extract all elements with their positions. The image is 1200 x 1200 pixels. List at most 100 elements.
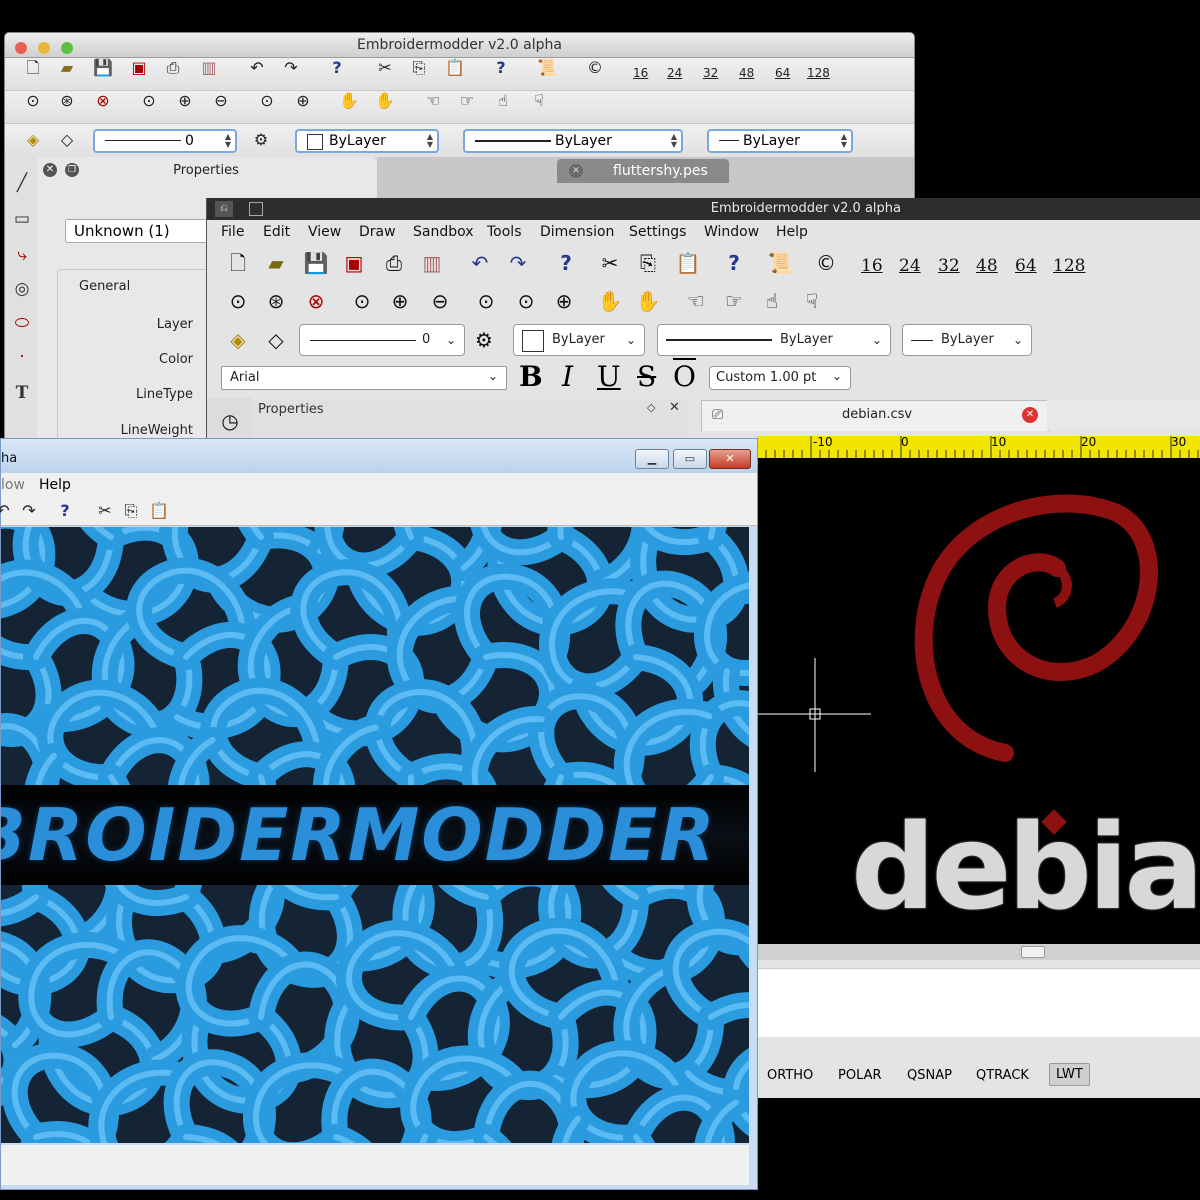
- menu-sandbox[interactable]: Sandbox: [413, 224, 474, 240]
- undo-icon[interactable]: ↶: [0, 501, 13, 521]
- menu-settings[interactable]: Settings: [629, 224, 686, 240]
- whats-this-icon[interactable]: ?: [721, 250, 747, 276]
- whats-this-icon[interactable]: ?: [491, 58, 511, 78]
- close-button[interactable]: ✕: [709, 449, 751, 469]
- pan-right-icon[interactable]: ☞: [721, 288, 747, 314]
- zoom-selected-icon[interactable]: ⊙: [257, 91, 277, 111]
- drawing-canvas[interactable]: debian: [757, 458, 1200, 944]
- command-prompt[interactable]: [757, 968, 1200, 1037]
- help-icon[interactable]: ?: [55, 501, 75, 521]
- icon-size-32-button[interactable]: 32: [938, 256, 960, 276]
- save-icon[interactable]: 💾: [303, 250, 329, 276]
- print-icon[interactable]: ⎙: [381, 250, 407, 276]
- design-details-icon[interactable]: ▥: [419, 250, 445, 276]
- layers-icon[interactable]: ◈: [225, 327, 251, 353]
- open-folder-icon[interactable]: ▰: [263, 250, 289, 276]
- windows-canvas[interactable]: BROIDERMODDER: [1, 527, 749, 1143]
- circle-tool-icon[interactable]: ◷: [217, 408, 243, 434]
- redo-icon[interactable]: ↷: [281, 58, 301, 78]
- menu-dimension[interactable]: Dimension: [540, 224, 614, 240]
- paste-icon[interactable]: 📋: [675, 250, 701, 276]
- zoom-out-icon[interactable]: ⊖: [427, 288, 453, 314]
- text-tool-icon[interactable]: T: [9, 383, 35, 409]
- qtrack-toggle[interactable]: QTRACK: [976, 1068, 1029, 1083]
- pan-realtime-icon[interactable]: ✋: [597, 288, 623, 314]
- layer-previous-icon[interactable]: ◇: [263, 327, 289, 353]
- lineweight-combo[interactable]: ByLayer ▲ ▼: [707, 129, 853, 153]
- menu-file[interactable]: File: [221, 224, 244, 240]
- menu-draw[interactable]: Draw: [359, 224, 396, 240]
- zoom-realtime-icon[interactable]: ⊙: [225, 288, 251, 314]
- copy-icon[interactable]: ⎘: [409, 58, 429, 78]
- font-combo[interactable]: Arial ⌄: [221, 366, 507, 390]
- pan-left-icon[interactable]: ☜: [423, 91, 443, 111]
- icon-size-128-button[interactable]: 128: [807, 66, 830, 80]
- minimize-button[interactable]: ▁: [635, 449, 669, 469]
- pan-left-icon[interactable]: ☜: [683, 288, 709, 314]
- zoom-previous-icon[interactable]: ⊛: [263, 288, 289, 314]
- icon-size-128-button[interactable]: 128: [1053, 256, 1085, 276]
- bold-button[interactable]: B: [519, 360, 543, 393]
- undo-icon[interactable]: ↶: [247, 58, 267, 78]
- zoom-extents-icon[interactable]: ⊙: [473, 288, 499, 314]
- zoom-all-icon[interactable]: ⊕: [551, 288, 577, 314]
- menu-edit[interactable]: Edit: [263, 224, 290, 240]
- save-icon[interactable]: 💾: [93, 58, 113, 78]
- icon-size-24-button[interactable]: 24: [667, 66, 682, 80]
- icon-size-64-button[interactable]: 64: [775, 66, 790, 80]
- save-as-icon[interactable]: ▣: [129, 58, 149, 78]
- menu-view[interactable]: View: [308, 224, 341, 240]
- zoom-in-icon[interactable]: ⊕: [175, 91, 195, 111]
- undo-icon[interactable]: ↶: [467, 250, 493, 276]
- zoom-realtime-icon[interactable]: ⊙: [23, 91, 43, 111]
- zoom-dynamic-icon[interactable]: ⊙: [139, 91, 159, 111]
- icon-size-32-button[interactable]: 32: [703, 66, 718, 80]
- italic-button[interactable]: I: [562, 360, 573, 393]
- open-folder-icon[interactable]: ▰: [57, 58, 77, 78]
- linetype-combo[interactable]: ByLayer ⌄: [657, 324, 891, 356]
- layers-icon[interactable]: ◈: [23, 130, 43, 150]
- zoom-in-icon[interactable]: ⊕: [387, 288, 413, 314]
- rectangle-tool-icon[interactable]: ▭: [9, 209, 35, 235]
- pan-up-icon[interactable]: ☝: [759, 288, 785, 314]
- paste-icon[interactable]: 📋: [445, 58, 465, 78]
- pan-down-icon[interactable]: ☟: [799, 288, 825, 314]
- redo-icon[interactable]: ↷: [505, 250, 531, 276]
- lwt-toggle[interactable]: LWT: [1049, 1063, 1090, 1086]
- dock-float-icon[interactable]: ◇: [647, 401, 655, 414]
- tab-close-icon[interactable]: ✕: [1022, 407, 1038, 423]
- new-file-icon[interactable]: 🗋: [23, 58, 43, 78]
- pan-right-icon[interactable]: ☞: [457, 91, 477, 111]
- window-menu-icon[interactable]: ⎌: [215, 201, 233, 217]
- cut-icon[interactable]: ✂: [597, 250, 623, 276]
- object-selector[interactable]: Unknown (1): [65, 219, 225, 243]
- color-combo[interactable]: ByLayer ▲ ▼: [295, 129, 439, 153]
- copy-icon[interactable]: ⎘: [635, 250, 661, 276]
- zoom-dynamic-icon[interactable]: ⊙: [349, 288, 375, 314]
- overline-button[interactable]: O: [673, 360, 696, 393]
- cut-icon[interactable]: ✂: [95, 501, 115, 521]
- menu-window[interactable]: low: [1, 477, 25, 493]
- copy-icon[interactable]: ⎘: [121, 501, 141, 521]
- polyline-tool-icon[interactable]: ⤷: [9, 245, 35, 271]
- zoom-all-icon[interactable]: ⊕: [293, 91, 313, 111]
- text-properties-icon[interactable]: ⚙: [251, 130, 271, 150]
- new-file-icon[interactable]: 🗋: [225, 250, 251, 276]
- menu-window[interactable]: Window: [704, 224, 759, 240]
- maximize-icon[interactable]: [249, 202, 263, 216]
- horizontal-scrollbar[interactable]: [757, 944, 1200, 960]
- point-tool-icon[interactable]: ·: [9, 347, 35, 373]
- save-as-icon[interactable]: ▣: [341, 250, 367, 276]
- line-combo[interactable]: 0 ▲ ▼: [93, 129, 237, 153]
- icon-size-48-button[interactable]: 48: [739, 66, 754, 80]
- ellipse-tool-icon[interactable]: ⬭: [9, 313, 35, 339]
- changelog-icon[interactable]: 📜: [537, 58, 557, 78]
- ortho-toggle[interactable]: ORTHO: [767, 1068, 813, 1083]
- icon-size-24-button[interactable]: 24: [899, 256, 921, 276]
- tab-fluttershy[interactable]: ✕ fluttershy.pes: [557, 159, 729, 183]
- zoom-previous-icon[interactable]: ⊛: [57, 91, 77, 111]
- cut-icon[interactable]: ✂: [375, 58, 395, 78]
- scrollbar-thumb[interactable]: [1021, 946, 1045, 958]
- tab-close-icon[interactable]: ✕: [569, 164, 583, 178]
- icon-size-16-button[interactable]: 16: [861, 256, 883, 276]
